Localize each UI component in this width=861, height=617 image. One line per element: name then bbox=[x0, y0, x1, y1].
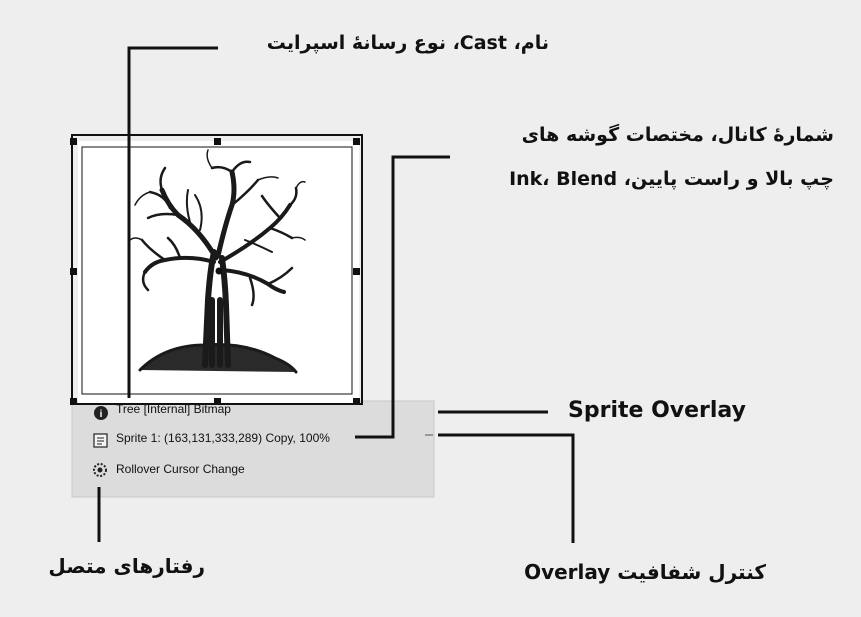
callout-overlay-transparency: کنترل شفافیت Overlay bbox=[524, 560, 766, 584]
callout-line-channel bbox=[355, 155, 450, 439]
callout-channel-line1: شمارۀ کانال، مختصات گوشه های bbox=[521, 124, 834, 146]
callout-behaviors: رفتارهای متصل bbox=[48, 554, 205, 578]
handle-bottom-right[interactable] bbox=[353, 398, 360, 405]
sprite-properties-icon[interactable] bbox=[93, 433, 108, 448]
sprite-channel-info: Sprite 1: (163,131,333,289) Copy, 100% bbox=[116, 431, 330, 445]
handle-bottom-left[interactable] bbox=[70, 398, 77, 405]
sprite-cast-info: Tree [Internal] Bitmap bbox=[116, 402, 231, 416]
callout-name-cast: نام، Cast، نوع رسانۀ اسپرایت bbox=[266, 32, 549, 54]
diagram-graphics: i bbox=[70, 46, 575, 543]
callout-channel-line2: چپ بالا و راست پایین، Ink، Blend bbox=[509, 168, 834, 190]
sprite-behavior-info: Rollover Cursor Change bbox=[116, 462, 245, 476]
diagram-canvas: i Tree [Internal] Bitmap Sprite 1: (163,… bbox=[0, 0, 861, 617]
svg-text:i: i bbox=[100, 409, 103, 420]
handle-middle-right[interactable] bbox=[353, 268, 360, 275]
handle-top-left[interactable] bbox=[70, 138, 77, 145]
handle-top-right[interactable] bbox=[353, 138, 360, 145]
handle-top-center[interactable] bbox=[214, 138, 221, 145]
handle-middle-left[interactable] bbox=[70, 268, 77, 275]
info-circle-icon[interactable]: i bbox=[94, 406, 108, 420]
callout-line-overlay-transparency bbox=[438, 433, 575, 543]
callout-sprite-overlay: Sprite Overlay bbox=[568, 398, 746, 423]
